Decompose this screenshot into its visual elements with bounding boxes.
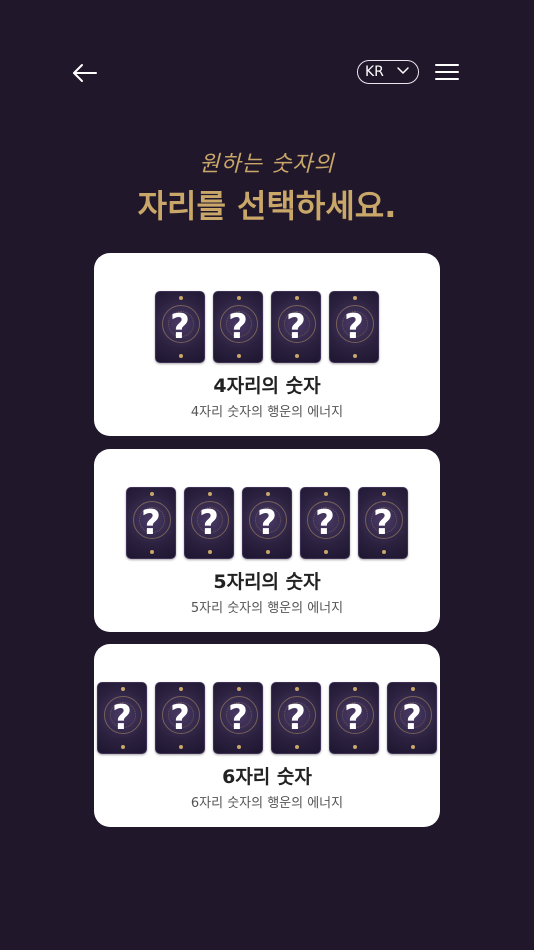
option-title: 4자리의 숫자	[213, 375, 321, 397]
page-headline: 원하는 숫자의 자리를 선택하세요.	[0, 150, 534, 228]
option-title: 6자리 숫자	[222, 766, 312, 788]
option-subtitle: 4자리 숫자의 행운의 에너지	[190, 405, 344, 420]
mystery-card: ?	[329, 291, 379, 363]
menu-button[interactable]	[434, 60, 460, 84]
language-label: KR	[365, 64, 384, 80]
mystery-card: ?	[213, 682, 263, 754]
mystery-card: ?	[242, 487, 292, 559]
question-mark-icon: ?	[228, 307, 248, 347]
page-title: 자리를 선택하세요.	[137, 187, 397, 225]
top-bar: KR	[0, 0, 534, 130]
option-subtitle: 6자리 숫자의 행운의 에너지	[190, 796, 344, 811]
chevron-down-icon	[397, 67, 409, 74]
mystery-card: ?	[126, 487, 176, 559]
language-selector[interactable]: KR	[357, 60, 419, 84]
question-mark-icon: ?	[286, 698, 306, 738]
mystery-card: ?	[358, 487, 408, 559]
mystery-card: ?	[97, 682, 147, 754]
arrow-left-icon	[73, 64, 97, 82]
headline-subtitle: 원하는 숫자의	[199, 152, 335, 177]
question-mark-icon: ?	[170, 698, 190, 738]
mystery-card: ?	[387, 682, 437, 754]
question-mark-icon: ?	[228, 698, 248, 738]
question-mark-icon: ?	[373, 503, 393, 543]
question-mark-icon: ?	[112, 698, 132, 738]
question-mark-icon: ?	[170, 307, 190, 347]
question-mark-icon: ?	[344, 698, 364, 738]
mystery-card: ?	[155, 682, 205, 754]
question-mark-icon: ?	[257, 503, 277, 543]
mystery-card: ?	[271, 682, 321, 754]
back-button[interactable]	[70, 58, 100, 88]
mystery-card: ?	[300, 487, 350, 559]
mystery-card: ?	[213, 291, 263, 363]
mystery-card: ?	[271, 291, 321, 363]
mystery-card: ?	[155, 291, 205, 363]
mystery-card: ?	[329, 682, 379, 754]
question-mark-icon: ?	[199, 503, 219, 543]
option-6-digit[interactable]: ?????? 6자리 숫자 6자리 숫자의 행운의 에너지	[94, 644, 440, 827]
card-row: ??????	[94, 682, 440, 754]
option-title: 5자리의 숫자	[213, 571, 321, 593]
card-row: ?????	[94, 487, 440, 559]
question-mark-icon: ?	[141, 503, 161, 543]
question-mark-icon: ?	[315, 503, 335, 543]
question-mark-icon: ?	[344, 307, 364, 347]
hamburger-menu-icon	[435, 64, 459, 80]
option-subtitle: 5자리 숫자의 행운의 에너지	[190, 601, 344, 616]
card-row: ????	[94, 291, 440, 363]
option-4-digit[interactable]: ???? 4자리의 숫자 4자리 숫자의 행운의 에너지	[94, 253, 440, 436]
question-mark-icon: ?	[402, 698, 422, 738]
mystery-card: ?	[184, 487, 234, 559]
question-mark-icon: ?	[286, 307, 306, 347]
option-5-digit[interactable]: ????? 5자리의 숫자 5자리 숫자의 행운의 에너지	[94, 449, 440, 632]
